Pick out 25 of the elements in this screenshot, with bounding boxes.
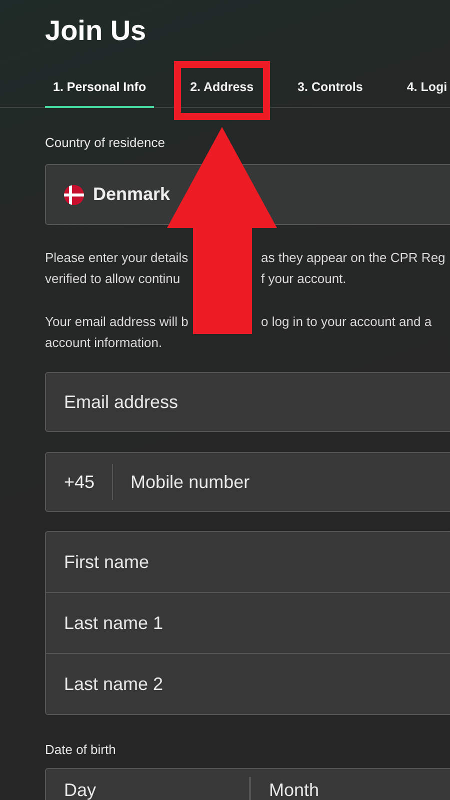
step-tab[interactable]: 1. Personal Info <box>45 70 154 108</box>
date-part-field[interactable]: Month <box>249 777 450 800</box>
flag-icon <box>64 184 84 204</box>
info-text: o log in to your account and a <box>261 313 433 331</box>
name-field[interactable]: Last name 2 <box>45 653 450 715</box>
step-tab[interactable]: 4. Logi <box>398 70 450 108</box>
step-tab[interactable]: 3. Controls <box>290 70 371 108</box>
mobile-field[interactable]: +45 Mobile number <box>45 452 450 512</box>
info-text: as they appear on the CPR Reg <box>261 249 446 267</box>
date-of-birth-field[interactable]: Day Month <box>45 768 450 800</box>
info-text: account information. <box>45 334 164 352</box>
country-code: +45 <box>64 464 113 500</box>
field-label: Date of birth <box>45 742 117 758</box>
name-field[interactable]: First name <box>45 531 450 593</box>
info-text: Please enter your details <box>45 249 190 267</box>
info-text: Your email address will b <box>45 313 190 331</box>
date-part-field[interactable]: Day <box>46 769 249 800</box>
page-title: Join Us <box>45 14 146 48</box>
step-tab[interactable]: 2. Address <box>182 70 262 108</box>
info-text: verified to allow continu <box>45 270 182 288</box>
mobile-number-input[interactable]: Mobile number <box>112 453 450 511</box>
field-label: Country of residence <box>45 135 166 151</box>
email-field[interactable]: Email address <box>45 372 450 432</box>
info-text: f your account. <box>261 270 348 288</box>
name-field[interactable]: Last name 1 <box>45 592 450 654</box>
